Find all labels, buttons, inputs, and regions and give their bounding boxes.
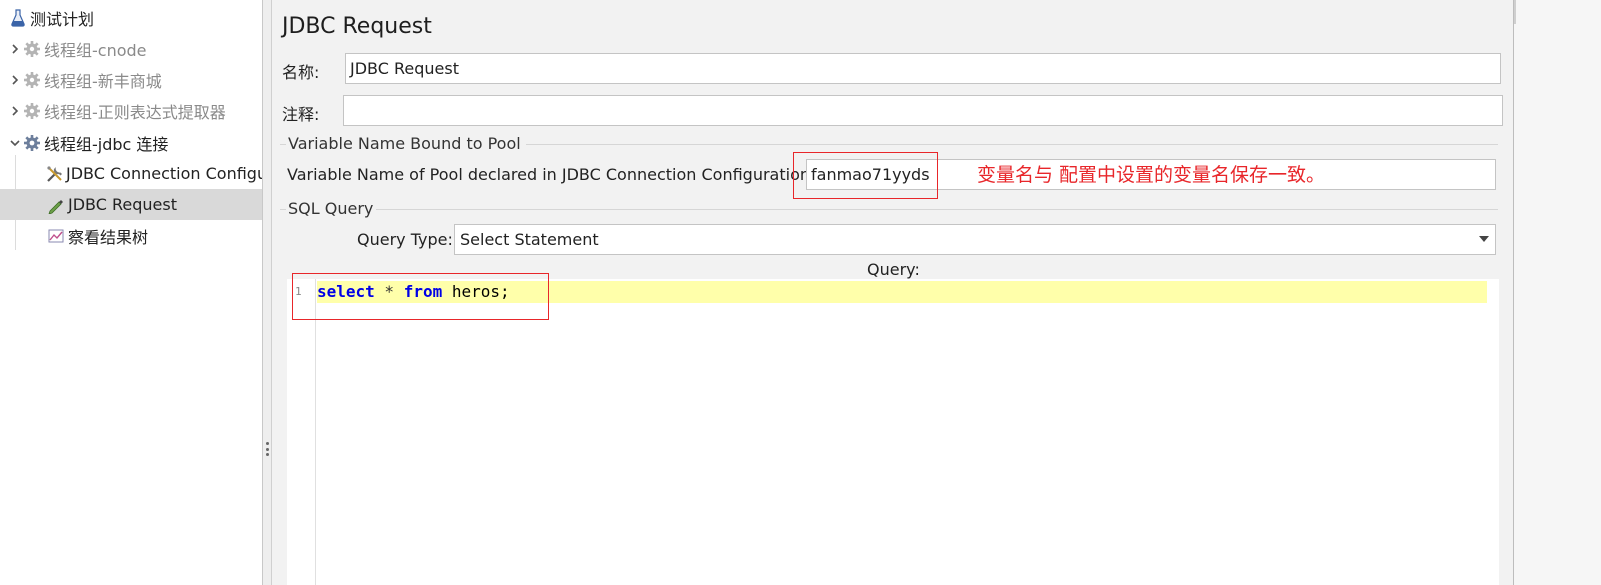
tree-item-test-plan[interactable]: 测试计划 [0, 2, 262, 33]
splitter-grip-icon[interactable] [266, 442, 269, 456]
chevron-right-icon[interactable] [8, 42, 22, 56]
section-divider [376, 209, 1498, 210]
chevron-down-icon[interactable] [1479, 236, 1489, 242]
tree-item-label: 测试计划 [30, 9, 95, 29]
query-type-select[interactable]: Select Statement [454, 224, 1496, 255]
gear-icon [22, 101, 42, 121]
test-plan-flask-icon [8, 8, 28, 28]
jdbc-request-panel: JDBC Request 名称: JDBC Request 注释: Variab… [272, 0, 1514, 585]
sql-section-title: SQL Query [288, 199, 374, 218]
sampler-pen-icon [46, 195, 66, 215]
tree-item-label: JDBC Request [68, 195, 177, 214]
wrench-icon [46, 164, 64, 184]
query-type-label: Query Type: [357, 230, 453, 249]
pool-section-title: Variable Name Bound to Pool [288, 134, 521, 153]
tree-item-label: JDBC Connection Configu [66, 164, 263, 183]
window-edge [1514, 0, 1516, 24]
chevron-down-icon[interactable] [8, 136, 22, 150]
chevron-right-icon[interactable] [8, 104, 22, 118]
comment-label: 注释: [282, 105, 320, 124]
annotation-box-query [292, 273, 549, 320]
name-input[interactable]: JDBC Request [345, 53, 1501, 84]
annotation-text: 变量名与 配置中设置的变量名保存一致。 [977, 164, 1326, 186]
tree-item-thread-group-xinfeng[interactable]: 线程组-新丰商城 [0, 64, 262, 95]
query-label: Query: [867, 260, 920, 279]
graph-icon [46, 226, 66, 246]
gear-icon [22, 70, 42, 90]
comment-input[interactable] [343, 95, 1503, 126]
tree-item-thread-group-jdbc[interactable]: 线程组-jdbc 连接 [0, 127, 262, 158]
name-label: 名称: [282, 63, 320, 82]
tree-item-thread-group-regex[interactable]: 线程组-正则表达式提取器 [0, 95, 262, 126]
tree-item-view-results-tree[interactable]: 察看结果树 [0, 220, 262, 251]
tree-item-jdbc-connection-config[interactable]: JDBC Connection Configu [0, 158, 263, 189]
test-plan-tree[interactable]: 测试计划 线程组-cnode 线程组-新丰商城 线程组-正则表达式提取器 线程组… [0, 0, 263, 585]
tree-item-label: 线程组-cnode [44, 40, 147, 60]
window-background [1514, 0, 1601, 585]
tree-item-label: 线程组-正则表达式提取器 [44, 102, 226, 122]
tree-item-label: 线程组-jdbc 连接 [44, 134, 169, 154]
tree-item-jdbc-request[interactable]: JDBC Request [0, 189, 262, 220]
section-divider [280, 144, 286, 145]
annotation-box-pool [793, 152, 938, 199]
query-type-value: Select Statement [460, 230, 599, 249]
chevron-right-icon[interactable] [8, 73, 22, 87]
gear-icon [22, 133, 42, 153]
section-divider [280, 209, 286, 210]
page-title: JDBC Request [282, 14, 432, 39]
tree-item-label: 线程组-新丰商城 [44, 71, 162, 91]
panel-splitter[interactable] [263, 0, 272, 585]
tree-item-thread-group-cnode[interactable]: 线程组-cnode [0, 33, 262, 64]
editor-gutter: 1 [287, 279, 316, 585]
section-divider [526, 144, 1498, 145]
gear-icon [22, 39, 42, 59]
sql-query-editor[interactable]: 1 select * from heros; [287, 279, 1499, 585]
tree-item-label: 察看结果树 [68, 227, 149, 247]
pool-variable-label: Variable Name of Pool declared in JDBC C… [287, 165, 816, 184]
